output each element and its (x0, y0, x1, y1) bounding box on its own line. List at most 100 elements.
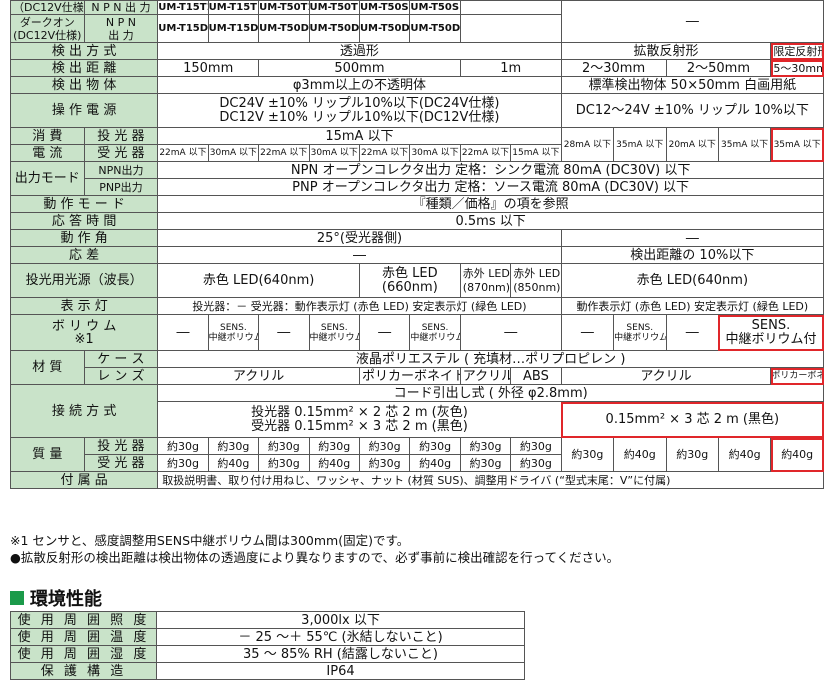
lens-limited: ポリカーボネイト (770, 367, 824, 385)
connection-label: 接 続 方 式 (9, 384, 159, 438)
notes: ※1 センサと、感度調整用SENS中継ボリウム間は300mm(固定)です。 ●拡… (10, 532, 619, 566)
section-square-icon (10, 591, 24, 605)
angle-label: 動 作 角 (9, 229, 159, 247)
current-diffuse-limited: 35mA 以下 (770, 127, 824, 162)
object-transmit: φ3mm以上の不透明体 (157, 76, 562, 94)
env-section-heading: 環境性能 (10, 585, 102, 611)
env-label: 使 用 周 囲 湿 度 (10, 645, 157, 663)
angle-diffuse: ― (560, 229, 825, 247)
output-pnp-value: PNP オープンコレクタ出力 定格：ソース電流 80mA (DC30V) 以下 (157, 178, 824, 196)
method-transmit: 透過形 (157, 42, 562, 60)
header-row2-label: ダークオン (DC12V仕様) (10, 14, 85, 43)
volume-dash: ― (459, 314, 562, 351)
lens-value: ABS (510, 367, 562, 385)
material-lens-label: レ ン ズ (83, 367, 159, 385)
model-cell: UM-T50S1V (409, 0, 461, 15)
env-label: 使 用 周 囲 温 度 (10, 628, 157, 646)
mass-emit-value: 約30g (409, 437, 461, 455)
distance-value: 2～30mm (560, 59, 667, 77)
mass-emit-label: 投 光 器 (83, 437, 159, 455)
current-recv-value: 22mA 以下 (358, 144, 411, 162)
connection-diffuse: 0.15mm² × 3 芯 2 m (黒色) (560, 401, 825, 438)
accessory-value: 取扱説明書、取り付け用ねじ、ワッシャ、ナット (材質 SUS)、調整用ドライバ … (157, 471, 824, 489)
mass-diffuse: 約30g (665, 437, 719, 472)
model-cell: UM-T15DT1V (207, 14, 260, 43)
light-value: 赤色 LED (660nm) (358, 263, 461, 298)
env-label: 保 護 構 造 (10, 662, 157, 680)
model-cell: UM-T50S1 (358, 0, 411, 15)
distance-limited: 5～30mm (770, 59, 824, 77)
env-value: 35 ～ 85% RH (結露しないこと) (156, 645, 525, 663)
model-cell: UM-T15T1V (207, 0, 260, 15)
mass-emit-value: 約30g (459, 437, 512, 455)
distance-value: 2～50mm (665, 59, 772, 77)
hysteresis-label: 応 差 (9, 246, 159, 264)
angle-value: 25°(受光器側) (157, 229, 562, 247)
model-cell: UM-T50DS1V (409, 14, 461, 43)
object-diffuse: 標準検出物体 50×50mm 白画用紙 (560, 76, 825, 94)
volume-sens: SENS.中継ボリウム付 (308, 314, 360, 351)
current-recv-value: 30mA 以下 (308, 144, 360, 162)
env-value: IP64 (156, 662, 525, 680)
current-diffuse: 20mA 以下 (665, 127, 719, 162)
mass-diffuse: 約40g (717, 437, 772, 472)
env-value: － 25 ～＋ 55℃ (氷結しないこと) (156, 628, 525, 646)
connection-cable: コード引出し式 ( 外径 φ2.8mm) (157, 384, 824, 402)
mass-emit-value: 約30g (358, 437, 411, 455)
volume-dash: ― (560, 314, 615, 351)
env-title: 環境性能 (30, 589, 102, 610)
mass-diffuse: 約30g (560, 437, 615, 472)
output-pnp-label: PNP出力 (83, 178, 159, 196)
volume-dash: ― (157, 314, 209, 351)
mass-recv-value: 約30g (157, 454, 209, 472)
response-value: 0.5ms 以下 (157, 212, 824, 230)
method-diffuse: 拡散反射形 (560, 42, 772, 60)
response-label: 応 答 時 間 (9, 212, 159, 230)
model-cell: UM-T15DT1 (157, 14, 209, 43)
header-row1-label: （DC12V仕様） (10, 0, 85, 15)
current-emit-label: 投 光 器 (83, 127, 159, 145)
output-label: 出力モード (10, 161, 85, 196)
indicator-transmit: 投光器：－ 受光器：動作表示灯 (赤色 LED) 安定表示灯 (緑色 LED) (157, 297, 562, 315)
lens-value: アクリル (459, 367, 512, 385)
indicator-label: 表 示 灯 (9, 297, 159, 315)
header-dash: ― (560, 0, 825, 43)
power-diffuse: DC12～24V ±10% リップル 10%以下 (560, 93, 825, 128)
distance-label: 検 出 距 離 (9, 59, 159, 77)
mass-emit-value: 約30g (308, 437, 360, 455)
model-cell: UM-T50DT1 (258, 14, 310, 43)
mass-recv-value: 約40g (409, 454, 461, 472)
mass-recv-value: 約30g (358, 454, 411, 472)
model-cell: UM-T50T1V (308, 0, 360, 15)
volume-sens: SENS.中継ボリウム付 (207, 314, 260, 351)
accessory-label: 付 属 品 (9, 471, 159, 489)
output-npn-label: NPN出力 (83, 161, 159, 179)
method-limited: 限定反射形 (770, 42, 824, 60)
volume-dash: ― (258, 314, 310, 351)
volume-label: ボ リ ウ ム ※1 (9, 314, 159, 351)
power-label: 操 作 電 源 (9, 93, 159, 128)
mass-label: 質 量 (10, 437, 85, 472)
mass-emit-value: 約30g (157, 437, 209, 455)
model-cell: UM-T50DT1V (308, 14, 360, 43)
mass-emit-value: 約30g (510, 437, 562, 455)
current-label-2: 電 流 (10, 144, 85, 162)
object-label: 検 出 物 体 (9, 76, 159, 94)
mass-recv-value: 約40g (207, 454, 260, 472)
current-emit-value: 15mA 以下 (157, 127, 562, 145)
mass-recv-value: 約30g (459, 454, 512, 472)
spec-table: （DC12V仕様） N P N 出 力 UM-T15T1 UM-T15T1V U… (9, 0, 825, 489)
mass-diffuse: 約40g (613, 437, 667, 472)
current-recv-value: 22mA 以下 (157, 144, 209, 162)
volume-sens: SENS.中継ボリウム付 (613, 314, 667, 351)
power-transmit: DC24V ±10% リップル10%以下(DC24V仕様) DC12V ±10% … (157, 93, 562, 128)
current-diffuse: 35mA 以下 (613, 127, 667, 162)
lens-value: アクリル (560, 367, 772, 385)
model-cell: UM-T15T1 (157, 0, 209, 15)
mode-value: 『種類／価格』の項を参照 (157, 195, 824, 213)
mass-recv-value: 約40g (308, 454, 360, 472)
light-value: 赤色 LED(640nm) (157, 263, 360, 298)
volume-sens-large: SENS. 中継ボリウム付 (717, 314, 825, 351)
current-recv-value: 30mA 以下 (207, 144, 260, 162)
mass-emit-value: 約30g (207, 437, 260, 455)
